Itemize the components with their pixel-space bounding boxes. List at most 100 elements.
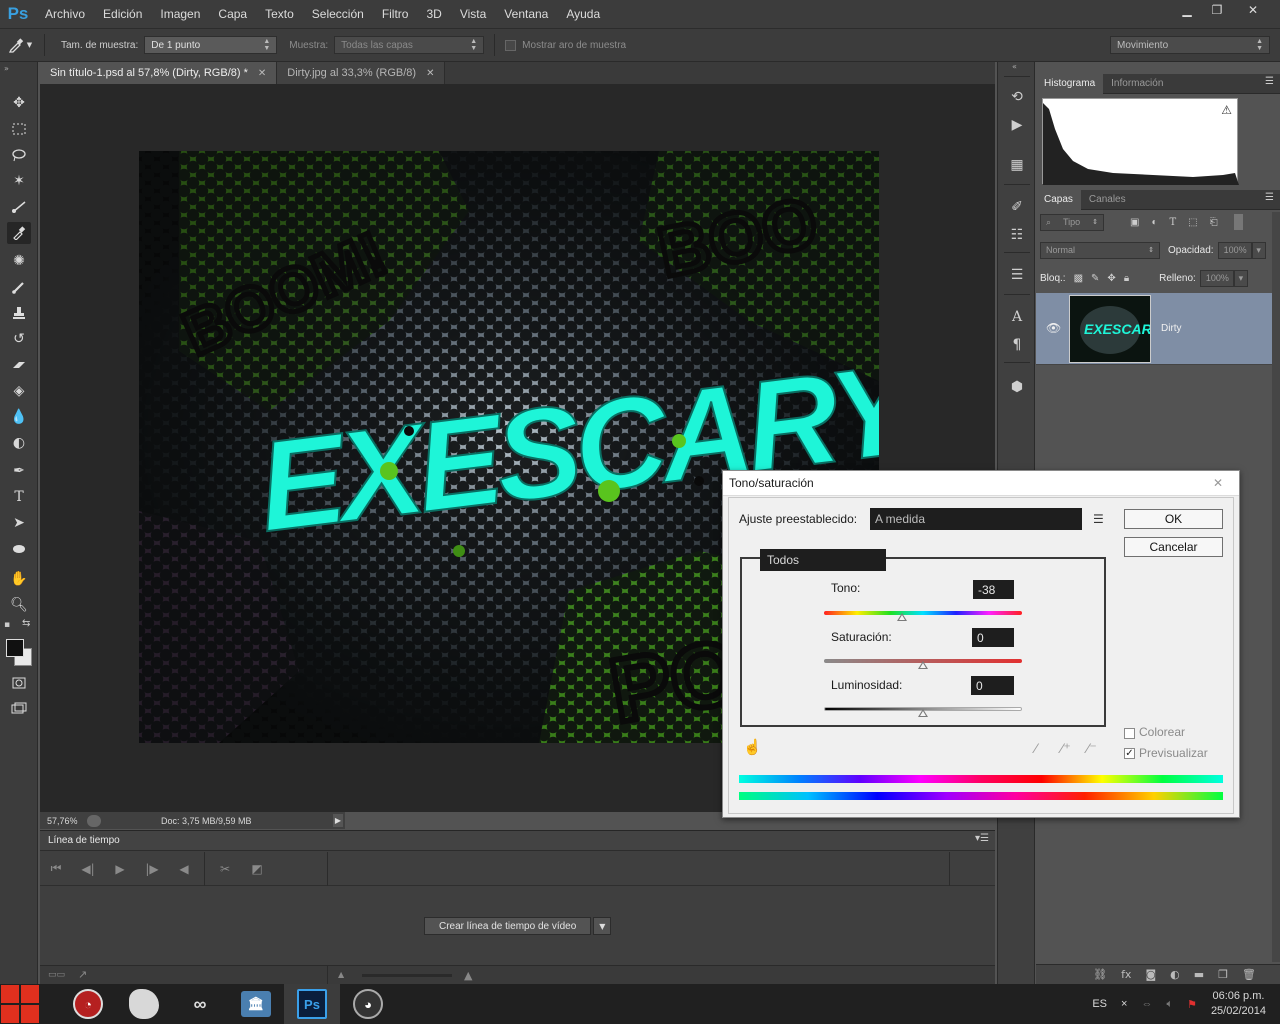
channel-select[interactable]: Todos xyxy=(760,549,886,571)
delete-layer-icon[interactable]: 🗑︎ xyxy=(1242,968,1256,981)
lightness-input[interactable]: 0 xyxy=(971,676,1014,695)
preset-select[interactable]: A medida xyxy=(870,508,1082,530)
menu-capa[interactable]: Capa xyxy=(209,0,256,28)
adjustment-filter-icon[interactable]: ◐ xyxy=(1151,217,1157,228)
clock[interactable]: 06:06 p.m. 25/02/2014 xyxy=(1211,989,1266,1019)
preset-options-icon[interactable]: ☰ xyxy=(1093,512,1104,526)
add-mask-icon[interactable]: ◙ xyxy=(1145,968,1156,981)
status-menu-arrow-icon[interactable]: ▶ xyxy=(333,814,343,827)
action-center-icon[interactable]: ⚑ xyxy=(1187,998,1197,1011)
eraser-tool-icon[interactable] xyxy=(7,354,31,376)
eye-icon[interactable]: 👁︎ xyxy=(1046,321,1061,335)
audio-icon[interactable]: ◀ xyxy=(168,862,200,876)
panel-menu-icon[interactable]: ▾☰ xyxy=(975,833,989,844)
foreground-color-swatch[interactable] xyxy=(6,639,24,657)
timeline-title[interactable]: Línea de tiempo xyxy=(48,835,120,846)
path-selection-icon[interactable]: ➤ xyxy=(7,512,31,534)
minimize-button[interactable]: ▁ xyxy=(1172,0,1202,20)
play-icon[interactable]: ▶ xyxy=(104,862,136,876)
show-ring-checkbox[interactable] xyxy=(505,39,517,51)
saturation-input[interactable]: 0 xyxy=(972,628,1014,647)
brush-tool-icon[interactable] xyxy=(7,276,31,298)
transition-icon[interactable]: ◩ xyxy=(241,862,273,876)
eyedropper-icon[interactable]: ⁄ xyxy=(1035,740,1037,756)
magic-wand-icon[interactable]: ✶ xyxy=(7,170,31,192)
chevron-down-icon[interactable]: ▾ xyxy=(1233,269,1248,287)
split-icon[interactable]: ✂ xyxy=(209,862,241,876)
taskbar-app-explorer[interactable]: 🏛︎ xyxy=(228,984,284,1024)
lock-image-icon[interactable]: ✎ xyxy=(1091,273,1099,284)
tab-sin-titulo[interactable]: Sin título-1.psd al 57,8% (Dirty, RGB/8)… xyxy=(40,62,278,84)
menu-ventana[interactable]: Ventana xyxy=(495,0,557,28)
actions-panel-icon[interactable]: ▶ xyxy=(1006,114,1028,136)
saturation-slider-thumb[interactable] xyxy=(918,661,928,669)
eyedropper-plus-icon[interactable]: ⁄⁺ xyxy=(1061,740,1071,757)
windows-start-button[interactable] xyxy=(0,984,40,1024)
lock-transparent-icon[interactable]: ▩ xyxy=(1074,273,1083,284)
menu-edicion[interactable]: Edición xyxy=(94,0,151,28)
layers-scrollbar[interactable] xyxy=(1272,212,1280,962)
sample-select[interactable]: Todas las capas ▲ ▼ xyxy=(334,36,485,54)
first-frame-icon[interactable]: ⏮ xyxy=(40,861,72,876)
prev-frame-icon[interactable]: ◀| xyxy=(72,862,104,876)
taskbar-app-network[interactable]: ∞ xyxy=(172,984,228,1024)
menu-3d[interactable]: 3D xyxy=(417,0,450,28)
new-group-icon[interactable]: ▬ xyxy=(1194,968,1204,981)
menu-seleccion[interactable]: Selección xyxy=(303,0,373,28)
history-brush-icon[interactable]: ↺ xyxy=(7,328,31,350)
zoom-slider[interactable] xyxy=(362,974,452,977)
history-panel-icon[interactable]: ⟲ xyxy=(1006,86,1028,108)
crop-tool-icon[interactable] xyxy=(7,196,31,218)
tab-canales[interactable]: Canales xyxy=(1081,190,1134,210)
3d-panel-icon[interactable]: ⬢ xyxy=(1006,376,1028,398)
hue-input[interactable]: -38 xyxy=(973,580,1014,599)
hue-slider-thumb[interactable] xyxy=(897,613,908,621)
close-window-button[interactable]: ✕ xyxy=(1232,0,1274,20)
adjustment-layer-icon[interactable]: ◐ xyxy=(1170,968,1180,981)
menu-filtro[interactable]: Filtro xyxy=(373,0,418,28)
clone-stamp-icon[interactable] xyxy=(7,302,31,324)
menu-archivo[interactable]: Archivo xyxy=(36,0,94,28)
healing-brush-icon[interactable]: ✺ xyxy=(7,250,31,272)
fx-icon[interactable]: fx xyxy=(1121,968,1131,981)
quick-mask-icon[interactable] xyxy=(7,672,31,694)
taskbar-app-media[interactable]: ◔ xyxy=(60,984,116,1024)
filter-toggle[interactable] xyxy=(1233,214,1243,230)
panel-menu-icon[interactable]: ☰ xyxy=(1265,76,1274,87)
zoom-in-icon[interactable]: ▲ xyxy=(464,969,472,982)
collapse-icon[interactable]: » xyxy=(4,64,9,73)
targeted-adjustment-icon[interactable]: ☝ xyxy=(743,738,762,756)
hue-slider[interactable] xyxy=(824,611,1022,615)
chevron-down-icon[interactable]: ▼ xyxy=(593,917,612,935)
warning-icon[interactable]: ⚠ xyxy=(1221,103,1232,117)
panel-menu-icon[interactable]: ☰ xyxy=(1265,192,1274,203)
create-video-timeline-button[interactable]: Crear línea de tiempo de vídeo xyxy=(424,917,592,935)
lock-position-icon[interactable]: ✥ xyxy=(1107,273,1115,284)
taskbar-app-speedometer[interactable]: ◕ xyxy=(340,984,396,1024)
clone-source-icon[interactable]: ☰ xyxy=(1006,264,1028,286)
sample-size-select[interactable]: De 1 punto ▲ ▼ xyxy=(144,36,278,54)
preview-checkbox[interactable]: ✓ xyxy=(1124,748,1135,759)
layer-row-dirty[interactable]: 👁︎ EXESCARY Dirty xyxy=(1036,293,1272,365)
chevron-down-icon[interactable]: ▾ xyxy=(1251,241,1266,259)
blur-tool-icon[interactable]: 💧 xyxy=(7,406,31,428)
zoom-tool-icon[interactable]: 🔍︎ xyxy=(7,594,31,616)
taskbar-app-blob[interactable] xyxy=(116,984,172,1024)
network-icon[interactable]: ⇔ xyxy=(1141,998,1152,1010)
tab-dirty-jpg[interactable]: Dirty.jpg al 33,3% (RGB/8) ✕ xyxy=(277,62,446,84)
zoom-level[interactable]: 57,76% xyxy=(47,816,87,826)
eyedropper-minus-icon[interactable]: ⁄⁻ xyxy=(1087,740,1097,757)
tab-informacion[interactable]: Información xyxy=(1103,74,1171,94)
restore-button[interactable]: ❐ xyxy=(1202,0,1232,20)
ok-button[interactable]: OK xyxy=(1124,509,1223,529)
link-layers-icon[interactable]: ⛓ xyxy=(1093,968,1107,981)
next-frame-icon[interactable]: |▶ xyxy=(136,862,168,876)
dodge-tool-icon[interactable]: ◐ xyxy=(7,432,31,454)
close-tab-icon[interactable]: ✕ xyxy=(258,68,266,79)
close-tab-icon[interactable]: ✕ xyxy=(426,68,434,79)
status-icon[interactable] xyxy=(87,814,101,827)
lock-all-icon[interactable]: 🔒︎ xyxy=(1124,273,1129,284)
frames-icon[interactable]: ▭▭ xyxy=(48,970,65,980)
eyedropper-tool-icon[interactable] xyxy=(7,222,31,244)
adjustments-panel-icon[interactable]: ☷ xyxy=(1006,224,1028,246)
